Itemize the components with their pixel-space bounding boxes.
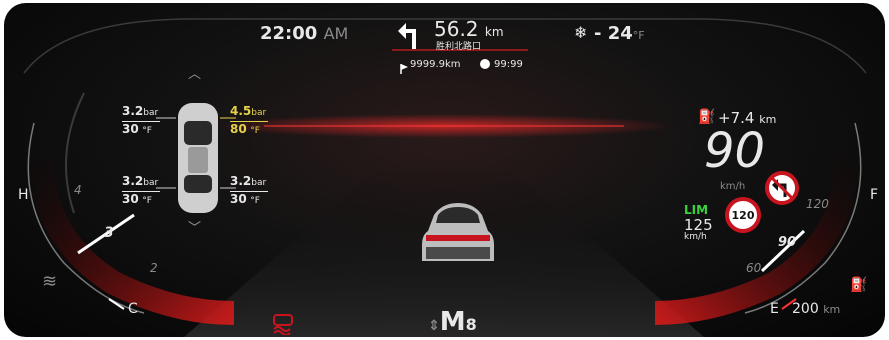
speed-limit-sign-value: 120 — [731, 208, 755, 222]
chevron-down-icon[interactable]: ﹀ — [188, 217, 201, 236]
gear-mode: M — [439, 307, 466, 337]
tire-fr-temp-unit: °F — [250, 126, 260, 136]
fuel-range-unit: km — [823, 303, 841, 316]
car-top-view — [178, 103, 218, 213]
right-gauge-full-label: F — [870, 187, 879, 203]
gear-number: 8 — [465, 315, 477, 334]
gear-display: ⇕M8 — [428, 307, 477, 337]
tire-front-right: 4.5bar 80 °F — [230, 104, 268, 137]
remaining-distance: 9999.9km — [410, 59, 461, 70]
fuel-range-value: 200 — [792, 301, 819, 317]
tire-rr-temp-unit: °F — [250, 196, 260, 206]
right-gauge-empty-label: E — [770, 301, 779, 317]
tire-front-left: 3.2bar 30 °F — [122, 104, 160, 137]
tire-fr-pressure-unit: bar — [251, 108, 267, 118]
left-gauge-tick-2: 2 — [150, 261, 158, 275]
coolant-temp-icon: ≋ — [42, 271, 58, 292]
fuel-gauge-pump-icon: ⛽ — [850, 277, 868, 293]
snowflake-icon: ❄ — [574, 23, 588, 42]
tire-fl-pressure: 3.2 — [122, 104, 144, 118]
right-gauge-tick-60: 60 — [746, 261, 762, 275]
left-gauge-cold-label: C — [128, 301, 138, 317]
clock-ampm: AM — [323, 24, 349, 43]
tire-rear-right: 3.2bar 30 °F — [230, 174, 268, 207]
gear-shift-arrows-icon: ⇕ — [428, 318, 440, 334]
remaining-time: 99:99 — [494, 59, 523, 70]
fuel-range: 200 km — [792, 301, 840, 317]
left-gauge-tick-4: 4 — [74, 183, 82, 197]
tire-rl-temp: 30 — [122, 192, 139, 206]
clock: 22:00 AM — [260, 23, 348, 44]
speed-value: 90 — [704, 123, 766, 179]
instrument-cluster: 22:00 AM 56.2 km 胜利北路口 9999.9km 99:99 ❄ … — [4, 3, 885, 337]
traction-control-icon — [270, 313, 296, 337]
left-gauge-tick-3: 3 — [104, 225, 114, 241]
tire-rr-pressure: 3.2 — [230, 174, 252, 188]
tire-fl-temp-unit: °F — [142, 126, 152, 136]
tire-rr-temp: 30 — [230, 192, 247, 206]
tire-rl-pressure-unit: bar — [143, 178, 159, 188]
flag-icon — [400, 59, 408, 78]
speed-limit-sign: 120 — [725, 197, 761, 233]
nav-distance: 56.2 km — [434, 17, 504, 41]
left-gauge-tick-c — [108, 298, 125, 310]
nav-distance-unit: km — [484, 25, 504, 39]
tire-rr-pressure-unit: bar — [251, 178, 267, 188]
outside-temperature: - 24°F — [594, 23, 645, 44]
speed-unit: km/h — [720, 181, 746, 192]
speed-limit-set-unit: km/h — [684, 232, 707, 242]
right-gauge-tick-120: 120 — [806, 197, 829, 211]
nav-street: 胜利北路口 — [436, 42, 482, 52]
right-gauge-tick-90: 90 — [778, 235, 797, 250]
tire-fr-temp: 80 — [230, 122, 247, 136]
tire-fr-pressure: 4.5 — [230, 104, 252, 118]
chevron-up-icon[interactable]: ︿ — [188, 63, 201, 82]
clock-icon — [480, 59, 490, 69]
clock-time: 22:00 — [260, 23, 318, 44]
tire-rl-pressure: 3.2 — [122, 174, 144, 188]
tire-fl-temp: 30 — [122, 122, 139, 136]
tire-fl-pressure-unit: bar — [143, 108, 159, 118]
tire-rl-temp-unit: °F — [142, 196, 152, 206]
temperature-unit: °F — [632, 29, 645, 42]
nav-distance-value: 56.2 — [434, 17, 479, 41]
turn-left-arrow-icon — [398, 21, 422, 53]
speed-limit-label: LIM — [684, 203, 709, 217]
no-left-turn-sign-icon — [765, 171, 799, 205]
temperature-value: - 24 — [594, 23, 633, 44]
tire-rear-left: 3.2bar 30 °F — [122, 174, 160, 207]
left-gauge-hot-label: H — [18, 187, 29, 203]
